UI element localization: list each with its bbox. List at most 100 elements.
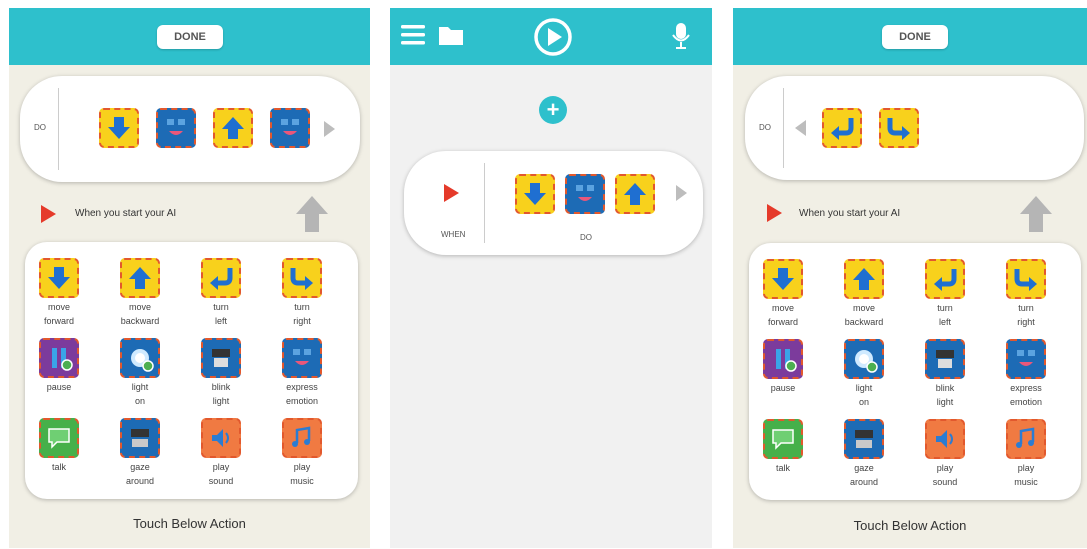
- palette-block: [120, 338, 160, 378]
- sequence-block-turn-right[interactable]: [879, 108, 919, 148]
- palette-item-label: music: [1014, 477, 1038, 487]
- microphone-icon[interactable]: [671, 22, 691, 50]
- play-trigger-icon: [41, 205, 56, 223]
- palette-item[interactable]: pause: [747, 339, 819, 395]
- palette-block: [1006, 259, 1046, 299]
- palette-item[interactable]: gaze around: [104, 418, 176, 488]
- palette-item-label: right: [293, 316, 311, 326]
- menu-icon[interactable]: [401, 24, 425, 46]
- light-icon: [131, 349, 154, 372]
- sequence-block-express-emotion[interactable]: [565, 174, 605, 214]
- palette-item-label: talk: [775, 463, 790, 473]
- sequence-card: DO: [20, 76, 360, 182]
- done-button[interactable]: DONE: [882, 25, 948, 49]
- palette-block: [120, 258, 160, 298]
- palette-item-label: express: [286, 382, 318, 392]
- action-palette: move forward move backward turn left turn right…: [749, 243, 1081, 500]
- up-arrow-icon[interactable]: [1018, 194, 1054, 234]
- palette-block: [201, 338, 241, 378]
- palette-item[interactable]: turn left: [909, 259, 981, 329]
- divider: [58, 88, 59, 170]
- palette-block: [201, 418, 241, 458]
- palette-item-label: express: [1010, 383, 1042, 393]
- gaze-icon: [131, 429, 149, 447]
- palette-item[interactable]: move backward: [104, 258, 176, 328]
- palette-block: [763, 419, 803, 459]
- sequence-block-express-emotion[interactable]: [156, 108, 196, 148]
- sequence-block-move-forward[interactable]: [99, 108, 139, 148]
- face-icon: [576, 185, 594, 201]
- palette-item[interactable]: play sound: [909, 419, 981, 489]
- palette-item-label: gaze: [130, 462, 150, 472]
- palette-item-label: play: [936, 463, 954, 473]
- palette-item[interactable]: turn left: [185, 258, 257, 328]
- scroll-right-arrow[interactable]: [676, 185, 687, 201]
- palette-item-label: backward: [120, 316, 160, 326]
- music-icon: [292, 426, 311, 447]
- palette-item-label: sound: [932, 477, 958, 487]
- palette-block: [925, 339, 965, 379]
- add-rule-button[interactable]: +: [539, 96, 567, 124]
- palette-item[interactable]: turn right: [990, 259, 1062, 329]
- sequence-block-express-emotion[interactable]: [270, 108, 310, 148]
- arrow-up-icon: [222, 117, 244, 139]
- palette-item-label: talk: [51, 462, 66, 472]
- folder-icon[interactable]: [438, 24, 464, 46]
- left-editor-panel: DONE DO When you start your AI move forwa…: [9, 8, 370, 548]
- pause-icon: [776, 349, 797, 372]
- palette-block: [39, 338, 79, 378]
- palette-block: [39, 258, 79, 298]
- play-trigger-icon: [767, 204, 782, 222]
- palette-item-label: around: [125, 476, 155, 486]
- turn-right-icon: [290, 268, 313, 290]
- sequence-block-move-backward[interactable]: [615, 174, 655, 214]
- palette-item[interactable]: talk: [23, 418, 95, 474]
- palette-item[interactable]: gaze around: [828, 419, 900, 489]
- palette-item-label: emotion: [285, 396, 319, 406]
- palette-item[interactable]: talk: [747, 419, 819, 475]
- palette-item-label: blink: [935, 383, 955, 393]
- palette-block: [282, 418, 322, 458]
- palette-item[interactable]: express emotion: [990, 339, 1062, 409]
- face-icon: [167, 119, 185, 135]
- music-icon: [1016, 427, 1035, 448]
- palette-item[interactable]: light on: [828, 339, 900, 409]
- sequence-block-move-backward[interactable]: [213, 108, 253, 148]
- turn-right-icon: [887, 118, 910, 140]
- palette-item[interactable]: move forward: [23, 258, 95, 328]
- play-circle-icon[interactable]: [533, 17, 573, 57]
- palette-item[interactable]: blink light: [185, 338, 257, 408]
- sequence-block-move-forward[interactable]: [515, 174, 555, 214]
- palette-block: [763, 259, 803, 299]
- palette-item-label: move: [852, 303, 875, 313]
- palette-block: [39, 418, 79, 458]
- scroll-right-arrow[interactable]: [324, 121, 335, 137]
- up-arrow-icon[interactable]: [294, 194, 330, 234]
- when-label: WHEN: [441, 230, 466, 239]
- palette-item[interactable]: light on: [104, 338, 176, 408]
- palette-item[interactable]: blink light: [909, 339, 981, 409]
- play-trigger-icon[interactable]: [444, 184, 459, 202]
- arrow-up-icon: [624, 183, 646, 205]
- sequence-block-turn-left[interactable]: [822, 108, 862, 148]
- palette-item-label: backward: [844, 317, 884, 327]
- palette-item[interactable]: express emotion: [266, 338, 338, 408]
- palette-item[interactable]: play music: [266, 418, 338, 488]
- scroll-left-arrow[interactable]: [795, 120, 806, 136]
- trigger-label: When you start your AI: [799, 208, 901, 219]
- palette-item[interactable]: play music: [990, 419, 1062, 489]
- palette-item-label: light: [855, 383, 873, 393]
- palette-item[interactable]: turn right: [266, 258, 338, 328]
- palette-item[interactable]: play sound: [185, 418, 257, 488]
- turn-left-icon: [934, 269, 957, 291]
- arrow-up-icon: [129, 267, 151, 289]
- blink-icon: [212, 349, 230, 367]
- done-button[interactable]: DONE: [157, 25, 223, 49]
- gaze-icon: [855, 430, 873, 448]
- palette-item[interactable]: move forward: [747, 259, 819, 329]
- palette-item-label: play: [212, 462, 230, 472]
- palette-item[interactable]: pause: [23, 338, 95, 394]
- palette-item[interactable]: move backward: [828, 259, 900, 329]
- palette-item-label: around: [849, 477, 879, 487]
- arrow-down-icon: [772, 268, 794, 290]
